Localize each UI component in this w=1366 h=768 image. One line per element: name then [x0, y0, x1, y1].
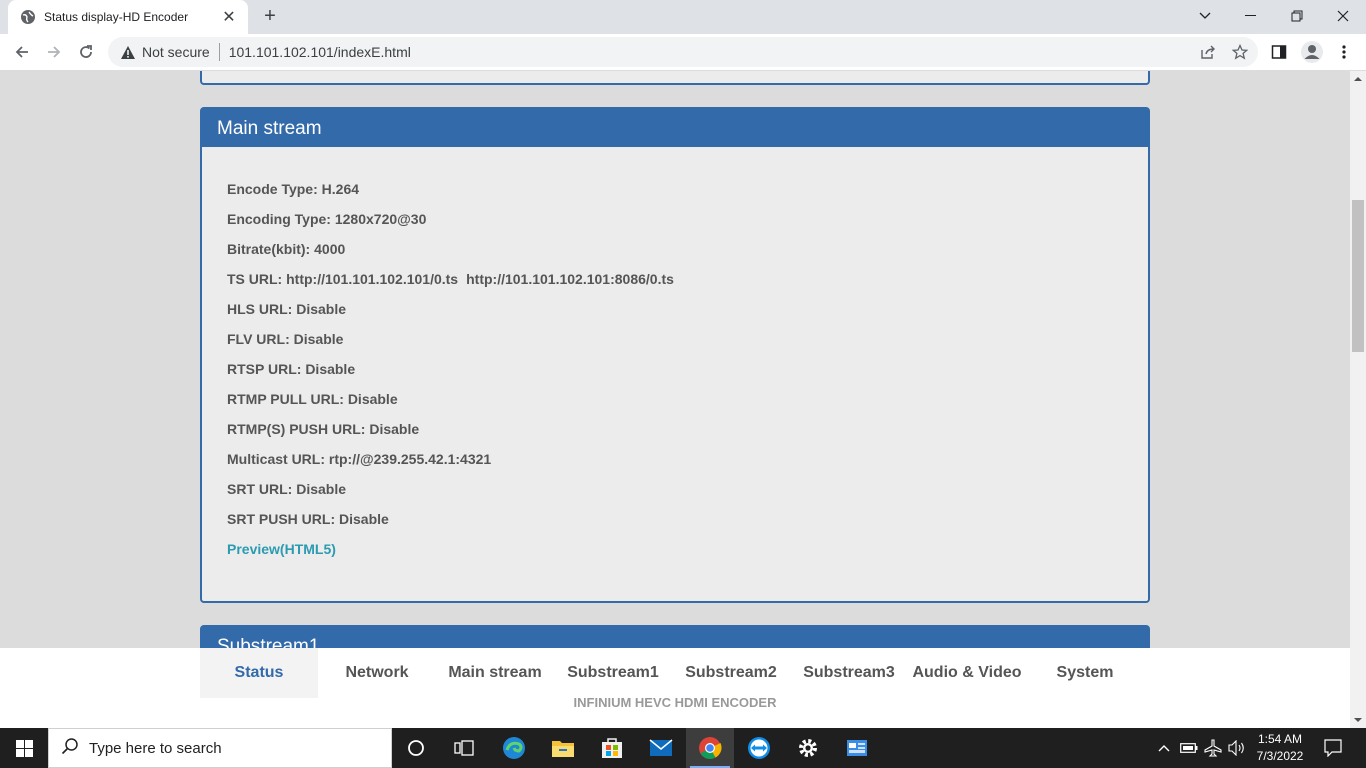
clock-time: 1:54 AM — [1257, 732, 1303, 746]
notifications-icon[interactable] — [1320, 728, 1346, 768]
edge-icon[interactable] — [490, 728, 538, 768]
mail-icon[interactable] — [637, 728, 685, 768]
preview-html5-link[interactable]: Preview(HTML5) — [227, 534, 1148, 564]
settings-gear-icon[interactable] — [784, 728, 832, 768]
search-placeholder: Type here to search — [89, 739, 222, 757]
warning-icon[interactable] — [120, 44, 136, 60]
browser-tab[interactable]: Status display-HD Encoder ✕ — [8, 0, 248, 34]
info-row-encoding-type: Encoding Type: 1280x720@30 — [227, 211, 427, 227]
file-explorer-icon[interactable] — [539, 728, 587, 768]
address-separator — [218, 43, 220, 61]
url-text[interactable]: 101.101.102.101/indexE.html — [229, 44, 411, 60]
restore-icon[interactable] — [1274, 0, 1320, 32]
page-scrollbar[interactable] — [1350, 71, 1366, 728]
info-row-rtmp-push-url: RTMP(S) PUSH URL: Disable — [227, 421, 420, 437]
reload-icon[interactable] — [72, 38, 100, 66]
control-panel-icon[interactable] — [833, 728, 881, 768]
chrome-icon[interactable] — [686, 728, 734, 768]
taskbar-clock[interactable]: 1:54 AM 7/3/2022 — [1246, 731, 1314, 765]
clock-date: 7/3/2022 — [1256, 749, 1304, 763]
address-bar[interactable]: Not secure 101.101.102.101/indexE.html — [108, 37, 1258, 67]
browser-toolbar: Not secure 101.101.102.101/indexE.html — [0, 34, 1366, 71]
info-row-ts-url: TS URL: http://101.101.102.101/0.ts http:… — [227, 271, 674, 287]
info-row-srt-push-url: SRT PUSH URL: Disable — [227, 511, 389, 527]
scroll-up-icon[interactable] — [1350, 71, 1366, 87]
info-row-hls-url: HLS URL: Disable — [227, 301, 347, 317]
browser-tab-strip: Status display-HD Encoder ✕ + — [0, 0, 1366, 34]
nav-item-substream3[interactable]: Substream3 — [790, 648, 908, 698]
windows-start-icon[interactable] — [0, 728, 48, 768]
search-icon — [61, 737, 79, 760]
tab-close-icon[interactable]: ✕ — [220, 7, 238, 27]
info-row-rtmp-pull-url: RTMP PULL URL: Disable — [227, 391, 398, 407]
nav-item-network[interactable]: Network — [318, 648, 436, 698]
info-row-multicast-url: Multicast URL: rtp://@239.255.42.1:4321 — [227, 451, 492, 467]
globe-icon — [20, 9, 36, 25]
tray-chevron-up-icon[interactable] — [1154, 728, 1174, 768]
profile-avatar-icon[interactable] — [1300, 40, 1324, 64]
battery-icon[interactable] — [1178, 728, 1200, 768]
store-icon[interactable] — [588, 728, 636, 768]
nav-item-main-stream[interactable]: Main stream — [436, 648, 554, 698]
bookmark-star-icon[interactable] — [1231, 43, 1249, 61]
back-arrow-icon[interactable] — [8, 38, 36, 66]
airplane-mode-icon[interactable] — [1202, 728, 1224, 768]
teamviewer-icon[interactable] — [735, 728, 783, 768]
share-icon[interactable] — [1199, 43, 1217, 61]
taskbar-search-box[interactable]: Type here to search — [48, 728, 392, 768]
scroll-down-icon[interactable] — [1350, 712, 1366, 728]
main-stream-details: Encode Type: H.264 Encoding Type: 1280x7… — [202, 147, 1148, 564]
nav-item-audio-video[interactable]: Audio & Video — [908, 648, 1026, 698]
main-stream-panel: Main stream Encode Type: H.264 Encoding … — [200, 107, 1150, 603]
info-row-bitrate: Bitrate(kbit): 4000 — [227, 241, 346, 257]
nav-item-substream1[interactable]: Substream1 — [554, 648, 672, 698]
main-stream-heading: Main stream — [202, 109, 1148, 147]
nav-menu: Status Network Main stream Substream1 Su… — [200, 648, 1144, 698]
bottom-navigation: Status Network Main stream Substream1 Su… — [0, 648, 1350, 728]
scroll-thumb[interactable] — [1352, 200, 1364, 352]
window-close-icon[interactable] — [1320, 0, 1366, 32]
side-panel-icon[interactable] — [1270, 43, 1288, 61]
page-content: Main stream Encode Type: H.264 Encoding … — [0, 71, 1350, 728]
nav-item-system[interactable]: System — [1026, 648, 1144, 698]
nav-item-substream2[interactable]: Substream2 — [672, 648, 790, 698]
tab-search-chevron-icon[interactable] — [1182, 0, 1228, 32]
more-menu-icon[interactable] — [1335, 43, 1353, 61]
windows-taskbar: Type here to search 1:54 AM 7/3/2022 — [0, 728, 1366, 768]
info-row-rtsp-url: RTSP URL: Disable — [227, 361, 356, 377]
new-tab-icon[interactable]: + — [258, 5, 282, 29]
info-row-srt-url: SRT URL: Disable — [227, 481, 347, 497]
nav-item-status[interactable]: Status — [200, 648, 318, 698]
task-view-icon[interactable] — [440, 728, 488, 768]
info-row-flv-url: FLV URL: Disable — [227, 331, 344, 347]
minimize-icon[interactable] — [1228, 0, 1274, 32]
security-label[interactable]: Not secure — [142, 44, 210, 60]
previous-panel-edge — [200, 71, 1150, 85]
forward-arrow-icon[interactable] — [40, 38, 68, 66]
tab-title: Status display-HD Encoder — [44, 10, 189, 24]
info-row-encode-type: Encode Type: H.264 — [227, 181, 360, 197]
volume-icon[interactable] — [1226, 728, 1248, 768]
footer-brand: INFINIUM HEVC HDMI ENCODER — [573, 695, 777, 710]
cortana-icon[interactable] — [392, 728, 440, 768]
